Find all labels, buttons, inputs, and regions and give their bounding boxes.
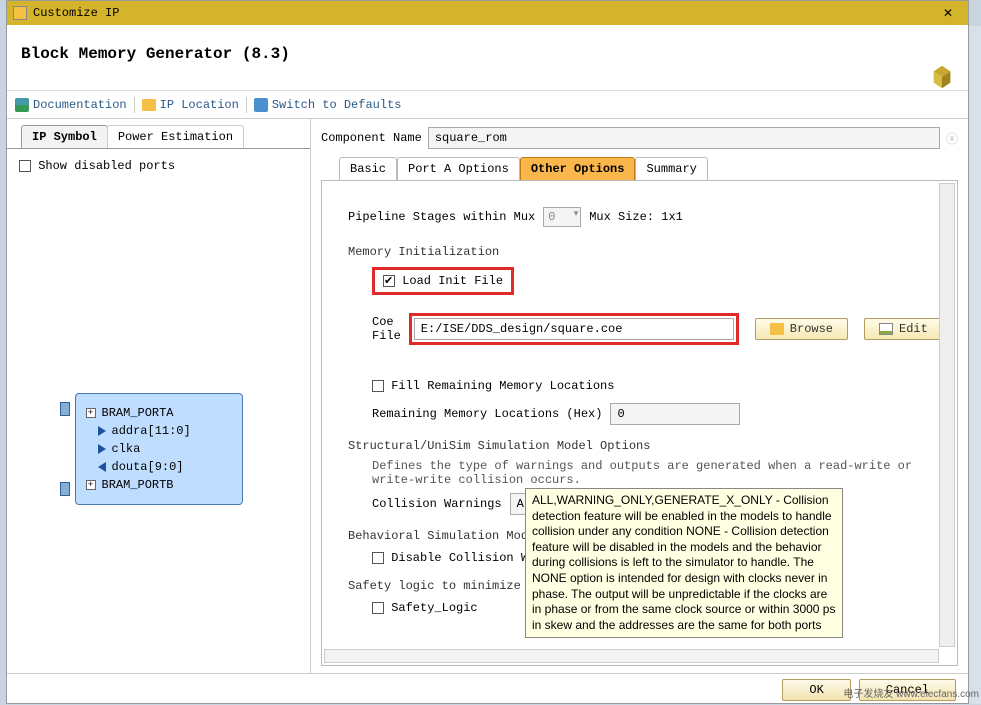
port-notch-icon (60, 402, 70, 416)
horizontal-scrollbar[interactable] (324, 649, 939, 663)
bram-portb: +BRAM_PORTB (86, 478, 232, 492)
component-name-input[interactable] (428, 127, 940, 149)
cube-icon (15, 98, 29, 112)
vivado-logo-icon (928, 63, 956, 91)
page-title: Block Memory Generator (8.3) (21, 45, 290, 63)
port-clka: clka (98, 442, 232, 456)
mux-size-label: Mux Size: 1x1 (589, 210, 683, 224)
highlight-load-init: Load Init File (372, 267, 514, 295)
remaining-locations-input[interactable] (610, 403, 740, 425)
switch-defaults-link[interactable]: Switch to Defaults (254, 98, 402, 112)
left-content: Show disabled ports +BRAM_PORTA addra[11… (7, 148, 310, 679)
highlight-coe-file (409, 313, 739, 345)
left-panel: IP Symbol Power Estimation Show disabled… (7, 119, 311, 673)
header: Block Memory Generator (8.3) (7, 25, 968, 91)
remaining-locations-label: Remaining Memory Locations (Hex) (372, 407, 602, 421)
port-douta: douta[9:0] (98, 460, 232, 474)
coe-file-label: Coe File (372, 315, 401, 343)
ip-symbol-block: +BRAM_PORTA addra[11:0] clka douta[9:0] … (75, 393, 243, 505)
show-disabled-ports-checkbox[interactable]: Show disabled ports (19, 159, 175, 173)
collision-tooltip: ALL,WARNING_ONLY,GENERATE_X_ONLY - Colli… (525, 488, 843, 638)
window-title: Customize IP (33, 6, 119, 20)
clear-icon[interactable]: ⓧ (946, 130, 958, 147)
swap-icon (254, 98, 268, 112)
tab-summary[interactable]: Summary (635, 157, 707, 180)
watermark: 电子发烧友 www.elecfans.com (843, 685, 979, 700)
tab-power-estimation[interactable]: Power Estimation (107, 125, 244, 148)
titlebar: Customize IP ✕ (7, 1, 968, 25)
load-init-file-checkbox[interactable]: Load Init File (383, 274, 503, 288)
component-name-label: Component Name (321, 131, 422, 145)
scrollbar-thumb[interactable] (942, 184, 954, 226)
right-tabs: Basic Port A Options Other Options Summa… (339, 157, 958, 180)
tab-other-options[interactable]: Other Options (520, 157, 636, 180)
tab-basic[interactable]: Basic (339, 157, 397, 180)
documentation-link[interactable]: Documentation (15, 98, 127, 112)
toolbar: Documentation IP Location Switch to Defa… (7, 91, 968, 119)
tab-porta-options[interactable]: Port A Options (397, 157, 520, 180)
coe-file-input[interactable] (414, 318, 734, 340)
component-name-row: Component Name ⓧ (321, 127, 958, 149)
ok-button[interactable]: OK (782, 679, 850, 701)
edit-icon (879, 323, 893, 335)
ip-location-link[interactable]: IP Location (142, 98, 239, 112)
memory-init-section: Memory Initialization (348, 245, 931, 259)
edit-button[interactable]: Edit (864, 318, 943, 340)
structural-desc: Defines the type of warnings and outputs… (372, 459, 931, 487)
port-addra: addra[11:0] (98, 424, 232, 438)
folder-icon (770, 323, 784, 335)
collision-warnings-label: Collision Warnings (372, 497, 502, 511)
structural-section: Structural/UniSim Simulation Model Optio… (348, 439, 931, 453)
folder-icon (142, 99, 156, 111)
port-notch-icon (60, 482, 70, 496)
background-edge (969, 26, 981, 704)
tab-ip-symbol[interactable]: IP Symbol (21, 125, 108, 148)
close-button[interactable]: ✕ (934, 4, 962, 22)
left-tabs: IP Symbol Power Estimation (21, 125, 310, 148)
safety-logic-checkbox[interactable]: Safety_Logic (372, 601, 478, 615)
window-icon (13, 6, 27, 20)
browse-button[interactable]: Browse (755, 318, 848, 340)
bram-porta: +BRAM_PORTA (86, 406, 232, 420)
pipeline-select[interactable]: 0 (543, 207, 581, 227)
pipeline-label: Pipeline Stages within Mux (348, 210, 535, 224)
fill-remaining-checkbox[interactable]: Fill Remaining Memory Locations (372, 379, 614, 393)
